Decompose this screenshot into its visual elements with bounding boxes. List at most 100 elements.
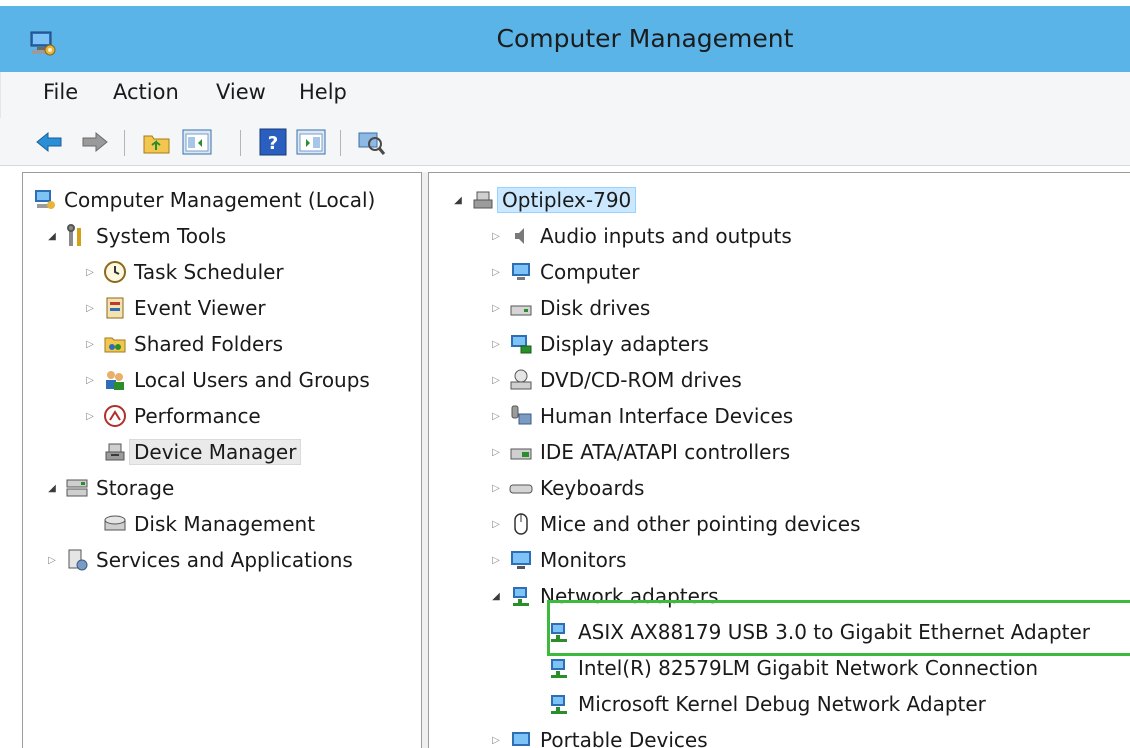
tree-node-shared-folders[interactable]: ▷ Shared Folders	[83, 327, 283, 361]
users-icon	[106, 371, 124, 390]
device-category[interactable]: ▷ Computer	[489, 255, 639, 289]
expand-arrow-icon[interactable]: ▷	[45, 555, 59, 566]
expand-arrow-icon[interactable]: ▷	[489, 555, 503, 566]
device-category[interactable]: ▷ DVD/CD-ROM drives	[489, 363, 742, 397]
tree-label-root: Computer Management (Local)	[64, 188, 376, 212]
device-category-label: DVD/CD-ROM drives	[540, 368, 742, 392]
highlight-box	[547, 600, 1130, 656]
event-log-icon	[106, 297, 124, 319]
network-adapter-label: Intel(R) 82579LM Gigabit Network Connect…	[578, 656, 1038, 680]
network-adapter-label: Microsoft Kernel Debug Network Adapter	[578, 692, 986, 716]
network-adapter-icon	[513, 587, 529, 606]
device-label-root: Optiplex-790	[497, 187, 637, 213]
tree-node-storage[interactable]: ◢ Storage	[45, 471, 174, 505]
device-category[interactable]: ▷ Human Interface Devices	[489, 399, 793, 433]
computer-management-icon	[35, 190, 55, 209]
device-category[interactable]: ▷ Disk drives	[489, 291, 650, 325]
disk-management-icon	[104, 515, 126, 531]
device-node-root[interactable]: ◢ Optiplex-790	[451, 183, 637, 217]
collapse-arrow-icon[interactable]: ◢	[489, 591, 503, 602]
tree-node-task-scheduler[interactable]: ▷ Task Scheduler	[83, 255, 284, 289]
expand-arrow-icon[interactable]: ▷	[489, 267, 503, 278]
console-tree-icon[interactable]	[182, 128, 212, 156]
device-category-label: Computer	[540, 260, 640, 284]
tree-node-services[interactable]: ▷ Services and Applications	[45, 543, 353, 577]
computer-icon	[512, 263, 530, 280]
tree-node-performance[interactable]: ▷ Performance	[83, 399, 261, 433]
toolbar-separator	[124, 130, 125, 156]
tree-label-task-scheduler: Task Scheduler	[134, 260, 284, 284]
device-category[interactable]: ▷ Portable Devices	[489, 723, 708, 748]
device-category[interactable]: ▷ IDE ATA/ATAPI controllers	[489, 435, 790, 469]
monitor-icon	[511, 551, 531, 569]
toolbar-separator	[340, 130, 341, 156]
network-adapter-icon	[551, 695, 567, 714]
storage-icon	[66, 479, 88, 497]
expand-arrow-icon[interactable]: ▷	[489, 339, 503, 350]
expand-arrow-icon[interactable]: ▷	[489, 375, 503, 386]
tree-node-device-manager[interactable]: Device Manager	[83, 435, 302, 469]
shared-folder-icon	[104, 337, 126, 353]
menu-help[interactable]: Help	[299, 80, 347, 104]
tree-label-device-manager: Device Manager	[129, 439, 302, 465]
expand-arrow-icon[interactable]: ▷	[83, 411, 97, 422]
expand-arrow-icon[interactable]: ▷	[489, 735, 503, 746]
forward-arrow-icon[interactable]	[80, 128, 110, 156]
menu-bar: File Action View Help	[0, 72, 1130, 118]
console-tree[interactable]: Computer Management (Local) ◢ System Too…	[22, 172, 422, 748]
action-pane-icon[interactable]	[296, 128, 326, 156]
expand-arrow-icon[interactable]: ▷	[83, 267, 97, 278]
tree-node-system-tools[interactable]: ◢ System Tools	[45, 219, 226, 253]
clock-icon	[104, 261, 126, 283]
device-category[interactable]: ▷ Keyboards	[489, 471, 644, 505]
expand-arrow-icon[interactable]: ▷	[489, 231, 503, 242]
scan-hardware-icon[interactable]	[356, 128, 386, 156]
expand-arrow-icon[interactable]: ▷	[83, 375, 97, 386]
device-category-label: Portable Devices	[540, 728, 708, 748]
computer-icon	[473, 191, 493, 209]
menu-file[interactable]: File	[43, 80, 78, 104]
tree-label-shared-folders: Shared Folders	[134, 332, 283, 356]
device-category[interactable]: ▷ Mice and other pointing devices	[489, 507, 860, 541]
device-category-label: Human Interface Devices	[540, 404, 794, 428]
device-category-label: Display adapters	[540, 332, 709, 356]
tree-node-local-users[interactable]: ▷ Local Users and Groups	[83, 363, 370, 397]
expand-arrow-icon[interactable]: ▷	[489, 519, 503, 530]
tree-label-performance: Performance	[134, 404, 261, 428]
tree-node-disk-management[interactable]: Disk Management	[83, 507, 315, 541]
mouse-icon	[514, 513, 528, 535]
folder-up-icon[interactable]	[142, 128, 172, 156]
display-adapter-icon	[511, 335, 532, 354]
speaker-icon	[515, 228, 524, 244]
device-category[interactable]: ▷ Display adapters	[489, 327, 709, 361]
keyboard-icon	[509, 484, 533, 494]
expand-arrow-icon[interactable]: ▷	[83, 303, 97, 314]
portable-device-icon	[512, 732, 530, 746]
device-category[interactable]: ▷ Audio inputs and outputs	[489, 219, 792, 253]
expand-arrow-icon[interactable]: ▷	[489, 411, 503, 422]
toolbar: ?	[0, 118, 1130, 166]
expand-arrow-icon[interactable]: ▷	[489, 483, 503, 494]
collapse-arrow-icon[interactable]: ◢	[451, 195, 465, 206]
hid-icon	[511, 405, 532, 425]
expand-arrow-icon[interactable]: ▷	[83, 339, 97, 350]
device-category[interactable]: ▷ Monitors	[489, 543, 626, 577]
expand-arrow-icon[interactable]: ▷	[489, 303, 503, 314]
dvd-drive-icon	[510, 369, 532, 390]
network-adapter-item[interactable]: Microsoft Kernel Debug Network Adapter	[527, 687, 986, 721]
window-title: Computer Management	[496, 24, 794, 53]
menu-view[interactable]: View	[216, 80, 266, 104]
network-adapter-item[interactable]: Intel(R) 82579LM Gigabit Network Connect…	[527, 651, 1038, 685]
title-bar[interactable]: Computer Management	[0, 0, 1130, 72]
tree-node-event-viewer[interactable]: ▷ Event Viewer	[83, 291, 266, 325]
tree-node-root[interactable]: Computer Management (Local)	[33, 183, 375, 217]
expand-arrow-icon[interactable]: ▷	[489, 447, 503, 458]
back-arrow-icon[interactable]	[34, 128, 64, 156]
help-icon[interactable]: ?	[258, 128, 288, 156]
device-category-label: Audio inputs and outputs	[540, 224, 792, 248]
collapse-arrow-icon[interactable]: ◢	[45, 231, 59, 242]
collapse-arrow-icon[interactable]: ◢	[45, 483, 59, 494]
device-tree[interactable]: ◢ Optiplex-790 ▷ Audio inputs and output…	[428, 172, 1130, 748]
menu-action[interactable]: Action	[113, 80, 179, 104]
tree-label-services: Services and Applications	[96, 548, 353, 572]
